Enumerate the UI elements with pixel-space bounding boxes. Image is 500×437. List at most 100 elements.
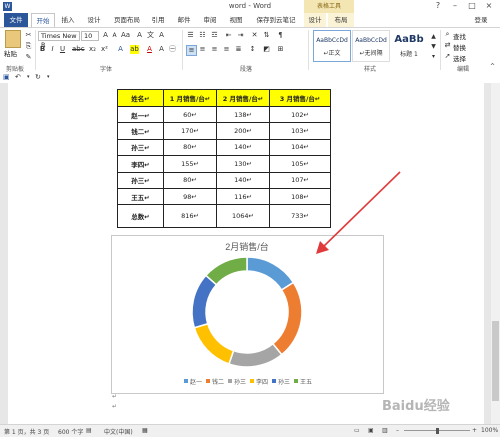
shading-icon[interactable]: ◩ [262,45,271,54]
doughnut-slice[interactable] [193,322,235,365]
tab-mailings[interactable]: 邮件 [174,13,194,27]
styles-more-icon[interactable]: ▾ [429,52,438,61]
word-count[interactable]: 600 个字 [58,427,83,436]
save-icon[interactable]: ▣ [3,72,10,83]
style-heading-1[interactable]: AaBb 标题 1 [391,30,427,62]
tab-view[interactable]: 视图 [226,13,246,27]
highlight-icon[interactable]: ab [130,45,139,54]
table-cell[interactable]: 130↵ [216,155,270,173]
table-cell[interactable]: 102↵ [269,105,331,124]
tab-save-cloud[interactable]: 保存到云笔记 [252,13,300,27]
show-marks-icon[interactable]: ¶ [276,31,285,40]
document-page[interactable]: 姓名↵ 1 月销售/台↵ 2 月销售/台↵ 3 月销售/台↵ 赵一↵ 60↵ 1… [8,83,484,424]
doughnut-slice[interactable] [227,342,283,368]
copy-icon[interactable]: ⎘ [24,42,33,51]
sales-table[interactable]: 姓名↵ 1 月销售/台↵ 2 月销售/台↵ 3 月销售/台↵ 赵一↵ 60↵ 1… [117,89,331,229]
bullets-icon[interactable]: ☰ [186,31,195,40]
find-icon[interactable]: ⌕ [443,30,452,39]
tab-table-layout[interactable]: 布局 [328,13,354,27]
read-mode-icon[interactable]: ▭ [354,427,360,434]
tab-design[interactable]: 设计 [84,13,104,27]
undo-dropdown-icon[interactable]: ▾ [27,72,30,83]
distribute-icon[interactable]: ≣ [234,45,243,54]
paste-button-label[interactable]: 粘贴 [4,48,17,58]
line-spacing-icon[interactable]: ↕ [248,45,257,54]
maximize-button[interactable]: □ [464,0,480,13]
table-cell[interactable]: 赵一↵ [117,105,164,124]
table-header-cell[interactable]: 2 月销售/台↵ [216,89,270,107]
table-cell[interactable]: 116↵ [216,187,270,206]
enclose-char-icon[interactable]: ㊀ [168,45,177,54]
table-cell[interactable]: 816↵ [163,204,217,229]
shrink-font-icon[interactable]: A [110,31,119,40]
align-center-icon[interactable]: ≡ [198,45,207,54]
sign-in-link[interactable]: 登录 [470,13,492,27]
paste-icon[interactable] [5,30,21,48]
table-cell[interactable]: 总数↵ [117,204,164,229]
close-button[interactable]: × [481,0,497,13]
language[interactable]: 中文(中国) [104,427,133,436]
table-cell[interactable]: 104↵ [269,138,331,157]
doughnut-slice[interactable] [204,256,248,286]
table-cell[interactable]: 98↵ [163,187,217,206]
italic-icon[interactable]: I [48,45,57,54]
find-button[interactable]: 查找 [453,31,466,41]
macro-icon[interactable]: ▦ [142,427,148,434]
cut-icon[interactable]: ✂ [24,31,33,40]
table-cell[interactable]: 140↵ [216,171,270,189]
style-normal[interactable]: AaBbCcDd ↵正文 [313,30,351,62]
print-layout-icon[interactable]: ▣ [368,427,374,434]
font-size-select[interactable]: 10 [81,31,99,41]
table-cell[interactable]: 李四↵ [117,155,164,173]
align-right-icon[interactable]: ≡ [210,45,219,54]
replace-button[interactable]: 替换 [453,42,466,52]
table-cell[interactable]: 王五↵ [117,187,164,206]
bold-icon[interactable]: B [38,45,47,54]
vertical-scrollbar-thumb[interactable] [492,321,499,401]
table-cell[interactable]: 80↵ [163,138,217,157]
sort-icon[interactable]: ⇅ [262,31,271,40]
table-cell[interactable]: 200↵ [216,122,270,140]
justify-icon[interactable]: ≡ [222,45,231,54]
table-cell[interactable]: 孙三↵ [117,171,164,189]
underline-icon[interactable]: U [58,45,67,54]
table-cell[interactable]: 60↵ [163,105,217,124]
table-header-cell[interactable]: 姓名↵ [117,89,164,107]
table-cell[interactable]: 155↵ [163,155,217,173]
styles-scroll-down-icon[interactable]: ▼ [429,42,438,51]
align-left-icon[interactable]: ≡ [186,45,197,56]
font-name-select[interactable]: Times New R [38,31,80,49]
table-cell[interactable]: 1064↵ [216,204,270,229]
styles-scroll-up-icon[interactable]: ▲ [429,32,438,41]
numbering-icon[interactable]: ☷ [198,31,207,40]
char-border-icon[interactable]: A [157,31,166,40]
redo-icon[interactable]: ↻ [35,72,41,83]
table-cell[interactable]: 钱二↵ [117,122,164,140]
collapse-ribbon-icon[interactable]: ^ [488,62,497,71]
undo-icon[interactable]: ↶ [15,72,21,83]
select-button[interactable]: 选择 [453,53,466,63]
chinese-layout-icon[interactable]: ✕ [250,31,259,40]
tab-references[interactable]: 引用 [148,13,168,27]
tab-review[interactable]: 审阅 [200,13,220,27]
tab-page-layout[interactable]: 页面布局 [110,13,144,27]
format-painter-icon[interactable]: ✎ [24,53,33,62]
minimize-button[interactable]: – [447,0,463,13]
phonetic-icon[interactable]: 文 [146,31,155,40]
replace-icon[interactable]: ⇄ [443,41,452,50]
table-cell[interactable]: 170↵ [163,122,217,140]
text-effects-icon[interactable]: A [116,45,125,54]
help-icon[interactable]: ? [430,0,446,13]
clear-format-icon[interactable]: A [135,31,144,40]
superscript-icon[interactable]: x² [100,45,109,54]
zoom-level[interactable]: 100% [481,427,498,434]
zoom-slider-thumb[interactable] [436,428,439,434]
font-color-icon[interactable]: A [145,45,154,54]
table-header-cell[interactable]: 1 月销售/台↵ [163,89,217,107]
select-icon[interactable]: ➚ [443,52,452,61]
table-header-cell[interactable]: 3 月销售/台↵ [269,89,331,107]
proofing-icon[interactable]: ▤ [86,427,92,434]
increase-indent-icon[interactable]: ⇥ [236,31,245,40]
tab-home[interactable]: 开始 [31,13,55,28]
page-count[interactable]: 第 1 页，共 3 页 [4,427,49,436]
